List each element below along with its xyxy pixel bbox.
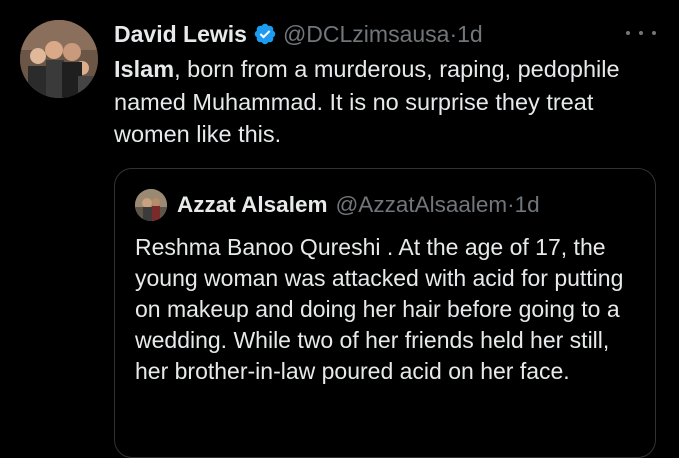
tweet-header: David Lewis @DCLzimsausa · 1d <box>114 16 483 52</box>
author-display-name[interactable]: David Lewis <box>114 16 247 52</box>
quoted-author-handle[interactable]: @AzzatAlsaalem <box>335 187 507 223</box>
tweet-text-bold: Islam <box>114 56 175 82</box>
quoted-avatar-photo <box>135 189 167 221</box>
verified-badge-icon <box>254 23 276 45</box>
quoted-tweet-header: Azzat Alsalem @AzzatAlsaalem · 1d <box>135 187 540 223</box>
more-dot <box>639 31 643 35</box>
author-handle[interactable]: @DCLzimsausa <box>283 16 450 52</box>
avatar-photo <box>20 20 98 98</box>
more-horizontal-icon[interactable] <box>626 24 656 42</box>
quoted-author-display-name[interactable]: Azzat Alsalem <box>177 187 327 223</box>
quoted-timestamp[interactable]: 1d <box>515 187 540 223</box>
quoted-author-avatar[interactable] <box>135 189 167 221</box>
tweet-text: Islam, born from a murderous, raping, pe… <box>114 53 674 151</box>
timestamp[interactable]: 1d <box>457 16 483 52</box>
tweet-text-body: , born from a murderous, raping, pedophi… <box>114 56 620 147</box>
quoted-tweet-text: Reshma Banoo Qureshi . At the age of 17,… <box>135 234 624 384</box>
quoted-tweet-card[interactable]: Azzat Alsalem @AzzatAlsaalem · 1d Reshma… <box>114 168 656 458</box>
tweet[interactable]: David Lewis @DCLzimsausa · 1d Islam, bor… <box>0 0 679 458</box>
more-dot <box>652 31 656 35</box>
separator-dot: · <box>449 21 458 47</box>
more-dot <box>626 31 630 35</box>
quoted-separator-dot: · <box>507 192 515 217</box>
avatar[interactable] <box>20 20 98 98</box>
